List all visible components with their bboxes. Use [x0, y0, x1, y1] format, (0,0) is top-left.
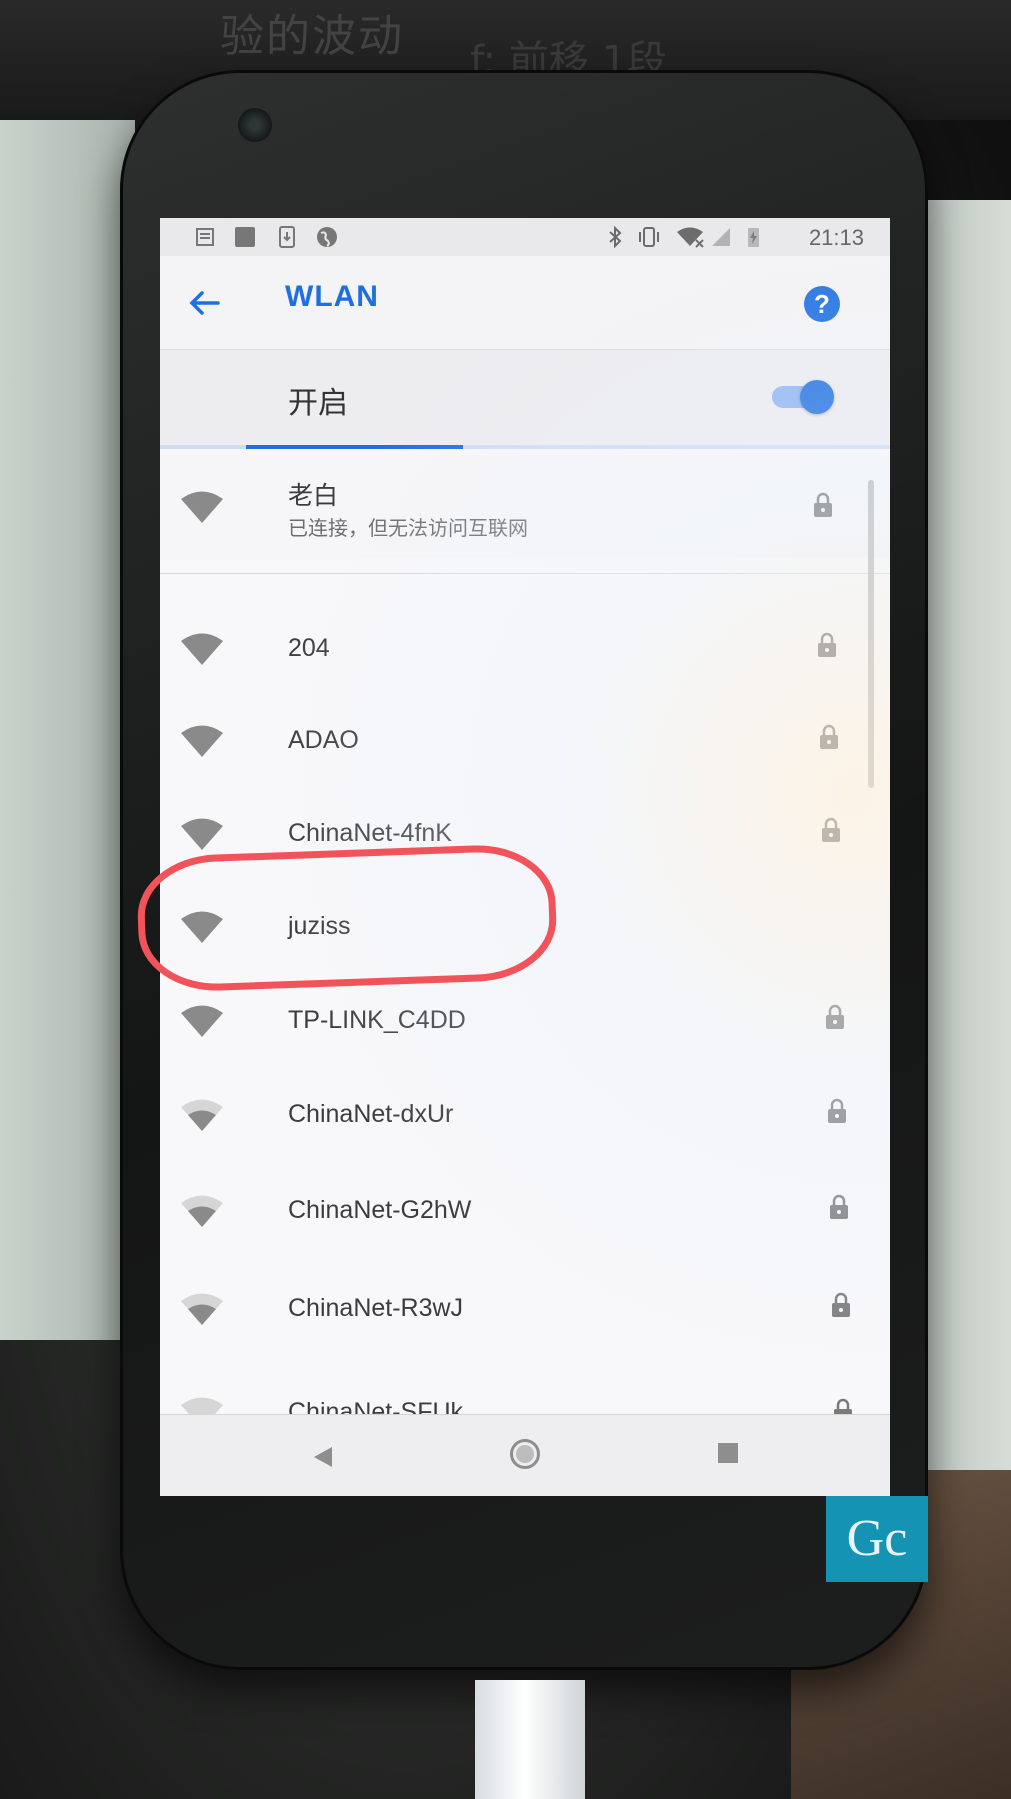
- lock-icon: [822, 817, 840, 842]
- wifi-signal-weak-icon: [181, 1397, 223, 1414]
- network-row[interactable]: ADAO: [160, 700, 890, 784]
- wifi-signal-medium-icon: [181, 1099, 223, 1131]
- usb-cable: [475, 1680, 585, 1799]
- connected-network-row[interactable]: 老白 已连接，但无法访问互联网: [160, 454, 890, 558]
- nav-back-icon[interactable]: [312, 1445, 334, 1469]
- wifi-signal-medium-icon: [181, 1195, 223, 1227]
- network-row[interactable]: ChinaNet-R3wJ: [160, 1268, 890, 1352]
- network-ssid: ChinaNet-G2hW: [288, 1196, 472, 1224]
- lock-icon: [834, 1398, 852, 1414]
- download-icon: [279, 226, 295, 248]
- network-row[interactable]: ChinaNet-G2hW: [160, 1170, 890, 1254]
- lock-icon: [828, 1098, 846, 1123]
- scan-progress-indicator: [246, 445, 463, 449]
- wifi-signal-strong-icon: [181, 725, 223, 757]
- globe-icon: [317, 227, 337, 247]
- nav-recents-icon[interactable]: [718, 1443, 738, 1463]
- lock-icon: [814, 492, 832, 517]
- app-bar: WLAN ?: [160, 256, 890, 350]
- news-icon: [196, 228, 214, 246]
- connected-divider: [160, 573, 890, 574]
- background-wall-left: [0, 120, 135, 1340]
- network-ssid: ChinaNet-SFUk: [288, 1398, 464, 1414]
- wifi-signal-medium-icon: [181, 1293, 223, 1325]
- network-ssid: 204: [288, 634, 330, 662]
- wifi-x-icon: [677, 227, 704, 248]
- list-scrollbar[interactable]: [868, 480, 874, 788]
- lock-icon: [820, 724, 838, 749]
- network-row[interactable]: TP-LINK_C4DD: [160, 980, 890, 1064]
- nav-home-inner: [516, 1445, 534, 1463]
- navigation-bar: [160, 1414, 890, 1496]
- front-camera: [238, 108, 272, 142]
- network-ssid: ChinaNet-R3wJ: [288, 1294, 464, 1322]
- lock-icon: [832, 1292, 850, 1317]
- background-paper-text: 验的波动: [220, 11, 404, 62]
- bluetooth-icon: [609, 226, 622, 248]
- lock-icon: [830, 1194, 848, 1219]
- wifi-switch-label: 开启: [288, 387, 348, 420]
- watermark-logo: Gc: [826, 1496, 928, 1582]
- wifi-signal-strong-icon: [181, 1005, 223, 1037]
- connected-network-ssid: 老白: [288, 482, 339, 510]
- battery-charging-icon: [748, 228, 759, 247]
- network-ssid: ChinaNet-4fnK: [288, 819, 452, 847]
- vibrate-icon: [639, 227, 659, 247]
- connected-network-status: 已连接，但无法访问互联网: [288, 518, 528, 540]
- network-ssid: ADAO: [288, 726, 359, 754]
- back-arrow-icon[interactable]: [188, 290, 222, 316]
- red-highlight-circle: [135, 842, 559, 994]
- wifi-signal-strong-icon: [181, 633, 223, 665]
- network-ssid: ChinaNet-dxUr: [288, 1100, 454, 1128]
- wifi-signal-strong-icon: [181, 491, 223, 523]
- app-icon: [235, 227, 255, 247]
- wifi-switch-bar[interactable]: 开启: [160, 350, 890, 445]
- lock-icon: [818, 632, 836, 657]
- page-title: WLAN: [285, 280, 379, 313]
- wifi-toggle-thumb[interactable]: [800, 380, 834, 414]
- help-icon[interactable]: ?: [804, 286, 840, 322]
- status-time: 21:13: [808, 225, 864, 250]
- signal-icon: [712, 228, 730, 246]
- network-ssid: TP-LINK_C4DD: [288, 1006, 466, 1034]
- network-row[interactable]: 204: [160, 608, 890, 692]
- network-row-partial[interactable]: ChinaNet-SFUk: [160, 1360, 890, 1414]
- network-row[interactable]: ChinaNet-dxUr: [160, 1074, 890, 1158]
- status-bar: 21:13: [160, 218, 890, 256]
- wifi-signal-strong-icon: [181, 818, 223, 850]
- lock-icon: [826, 1004, 844, 1029]
